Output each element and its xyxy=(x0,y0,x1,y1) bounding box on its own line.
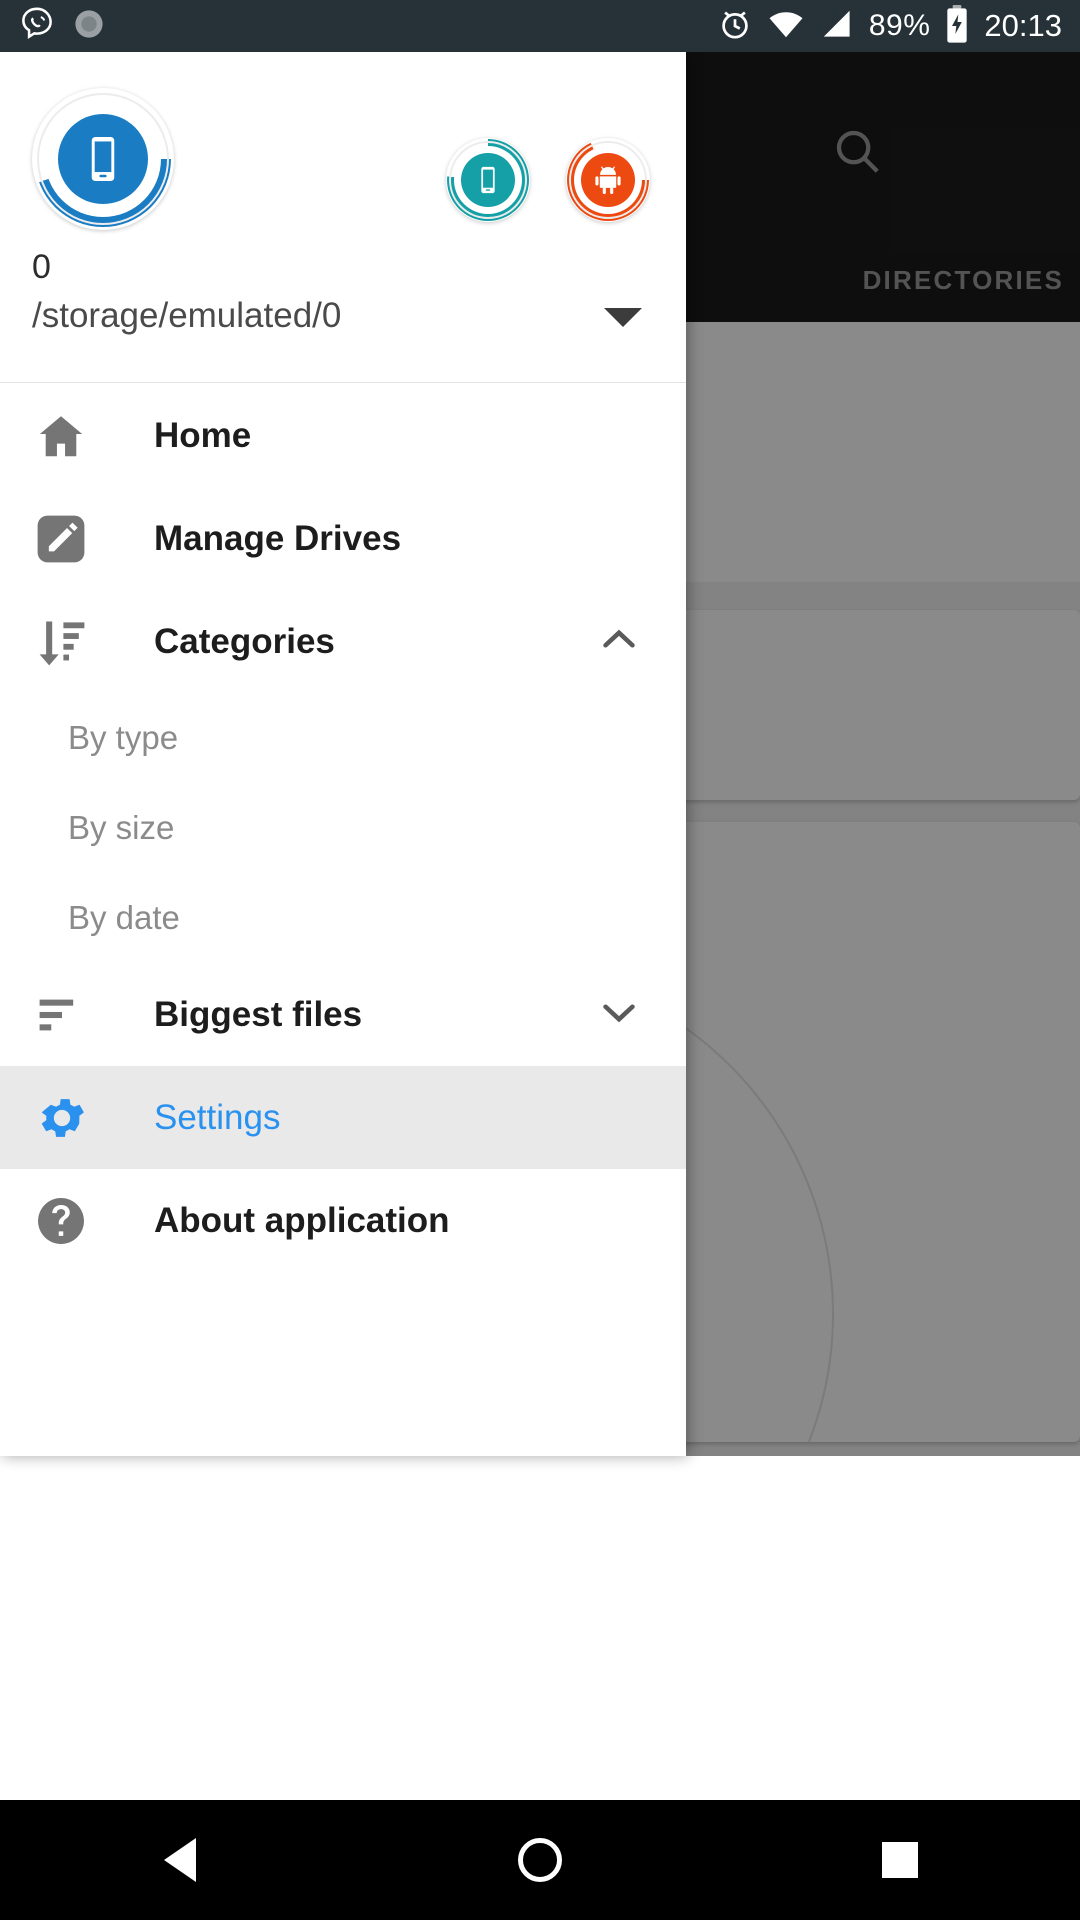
primary-storage-avatar[interactable] xyxy=(32,88,174,230)
sidebar-item-label: Manage Drives xyxy=(154,518,402,558)
sidebar-item-manage-drives[interactable]: Manage Drives xyxy=(0,487,686,590)
android-storage-avatar[interactable] xyxy=(566,138,650,222)
sidebar-subitem-label: By type xyxy=(68,719,179,756)
pencil-icon xyxy=(34,512,96,566)
sync-icon xyxy=(72,7,106,46)
phone-icon xyxy=(461,153,515,207)
screen: DIRECTORIES 19.04 GB 90.48 GB CLEAN GB xyxy=(0,0,1080,1920)
viber-icon xyxy=(18,5,56,48)
account-name: 0 xyxy=(32,248,51,286)
header-divider xyxy=(0,382,686,383)
account-path: /storage/emulated/0 xyxy=(32,295,342,335)
chevron-down-icon[interactable] xyxy=(604,308,642,327)
sidebar-subitem-by-type[interactable]: By type xyxy=(0,693,686,783)
signal-icon xyxy=(819,6,855,47)
sidebar-item-label: Settings xyxy=(154,1097,281,1137)
wifi-icon xyxy=(767,5,805,48)
phone-icon xyxy=(58,114,148,204)
android-icon xyxy=(581,153,635,207)
sidebar-subitem-label: By size xyxy=(68,809,175,846)
sidebar-item-label: Biggest files xyxy=(154,994,363,1034)
drawer-menu: Home Manage Drives Categories By type By… xyxy=(0,384,686,1272)
account-selector[interactable]: 0 /storage/emulated/0 xyxy=(0,248,686,382)
back-triangle-icon xyxy=(164,1838,196,1882)
bars-descending-icon xyxy=(34,987,96,1043)
clock-time: 20:13 xyxy=(984,8,1062,43)
home-circle-icon xyxy=(518,1838,562,1882)
battery-charging-icon xyxy=(944,4,970,49)
nav-recents-button[interactable] xyxy=(830,1800,970,1920)
sidebar-subitem-label: By date xyxy=(68,899,180,936)
sidebar-item-about-application[interactable]: About application xyxy=(0,1169,686,1272)
sidebar-item-label: Categories xyxy=(154,621,335,661)
home-icon xyxy=(34,409,96,463)
sidebar-subitem-by-size[interactable]: By size xyxy=(0,783,686,873)
battery-percent: 89% xyxy=(868,9,931,42)
sort-descending-icon xyxy=(34,614,96,670)
sidebar-item-home[interactable]: Home xyxy=(0,384,686,487)
sidebar-item-label: About application xyxy=(154,1200,450,1240)
nav-home-button[interactable] xyxy=(470,1800,610,1920)
sidebar-item-biggest-files[interactable]: Biggest files xyxy=(0,963,686,1066)
question-icon xyxy=(34,1194,96,1248)
gear-icon xyxy=(34,1090,96,1146)
recents-square-icon xyxy=(882,1842,918,1878)
sidebar-item-label: Home xyxy=(154,415,252,455)
system-navigation-bar xyxy=(0,1800,1080,1920)
sidebar-item-categories[interactable]: Categories xyxy=(0,590,686,693)
sidebar-subitem-by-date[interactable]: By date xyxy=(0,873,686,963)
alarm-icon xyxy=(717,6,753,47)
status-left-icons xyxy=(18,5,106,48)
status-right-icons: 89% 20:13 xyxy=(717,4,1062,49)
navigation-drawer: 0 /storage/emulated/0 Home Manage Drives… xyxy=(0,52,686,1456)
nav-back-button[interactable] xyxy=(110,1800,250,1920)
secondary-storage-avatar[interactable] xyxy=(446,138,530,222)
chevron-down-icon[interactable] xyxy=(596,989,642,1040)
chevron-up-icon[interactable] xyxy=(596,616,642,667)
drawer-header: 0 /storage/emulated/0 xyxy=(0,52,686,383)
sidebar-item-settings[interactable]: Settings xyxy=(0,1066,686,1169)
status-bar: 89% 20:13 xyxy=(0,0,1080,52)
